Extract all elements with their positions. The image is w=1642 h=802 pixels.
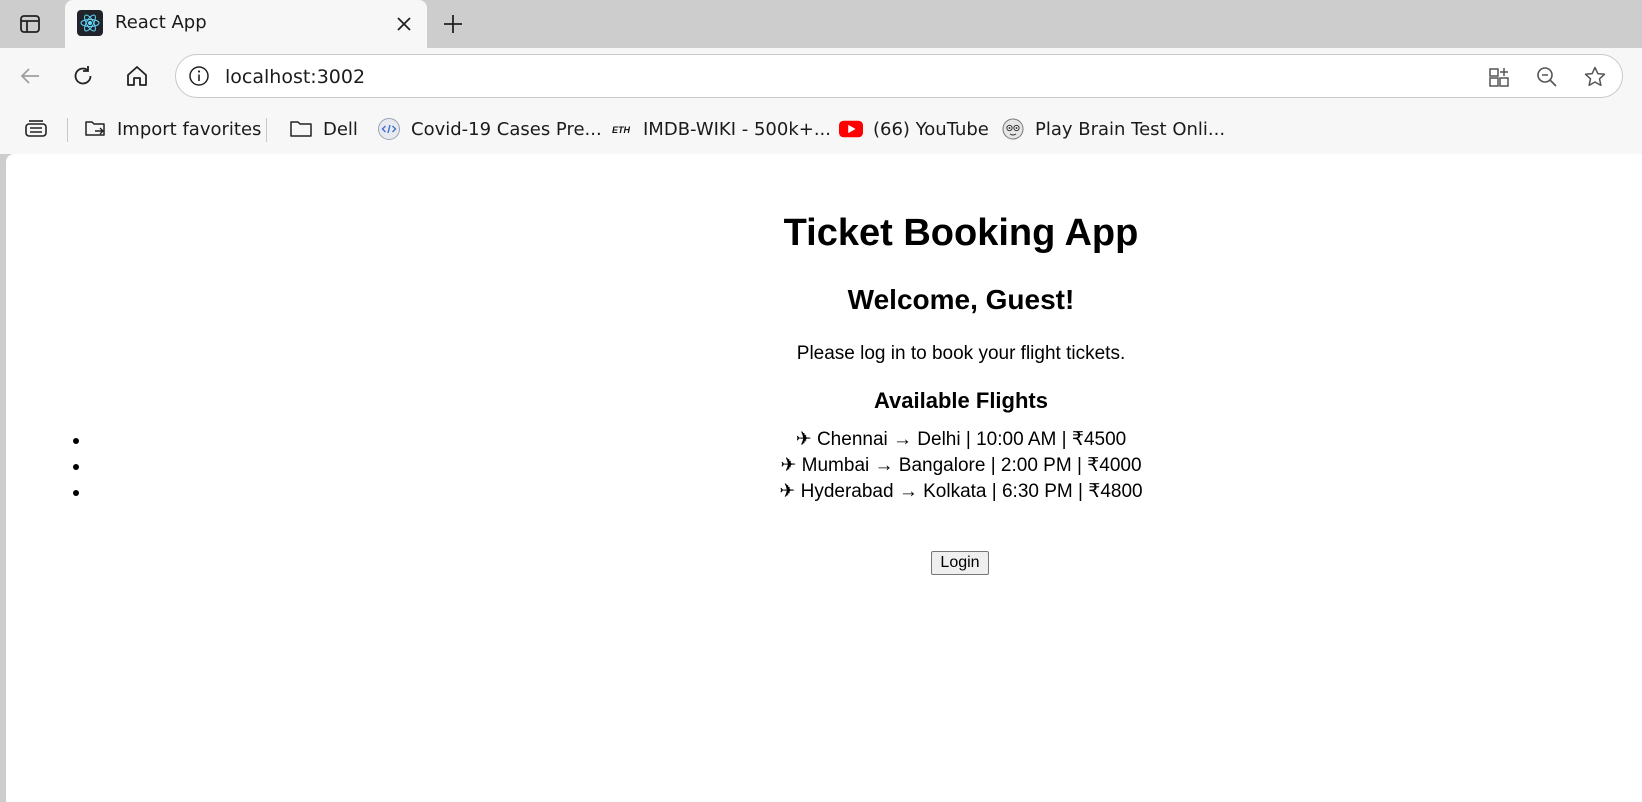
favorite-label: IMDB-WIKI - 500k+... — [643, 118, 831, 140]
flight-text: ✈ Chennai → Delhi | 10:00 AM | ₹4500 — [795, 429, 1127, 450]
active-tab[interactable]: React App — [65, 0, 427, 48]
login-prompt: Please log in to book your flight ticket… — [796, 343, 1126, 364]
favorite-youtube[interactable]: (66) YouTube — [839, 116, 989, 142]
flight-text: ✈ Hyderabad → Kolkata | 6:30 PM | ₹4800 — [779, 481, 1143, 502]
eth-logo-icon: ETH — [609, 117, 633, 141]
flight-item: ✈ Mumbai → Bangalore | 2:00 PM | ₹4000 — [73, 453, 1642, 479]
add-to-split-screen-icon[interactable] — [1485, 63, 1513, 91]
import-favorites-icon — [83, 117, 107, 141]
favorite-label: (66) YouTube — [873, 118, 989, 140]
youtube-icon — [839, 117, 863, 141]
new-tab-button[interactable] — [437, 8, 469, 40]
tab-title: React App — [115, 12, 207, 33]
code-globe-icon — [377, 117, 401, 141]
site-info-icon[interactable] — [186, 63, 212, 89]
favorite-label: Import favorites — [117, 118, 262, 140]
home-button[interactable] — [121, 60, 153, 92]
welcome-heading: Welcome, Guest! — [847, 284, 1075, 315]
favorites-separator — [67, 118, 68, 142]
favorite-covid-19[interactable]: Covid-19 Cases Pre... — [377, 116, 602, 142]
favorite-label: Play Brain Test Onli... — [1035, 118, 1226, 140]
favorites-separator — [266, 118, 267, 142]
favorite-dell[interactable]: Dell — [289, 116, 358, 142]
favorite-star-icon[interactable] — [1581, 63, 1609, 91]
url-text[interactable]: localhost:3002 — [225, 66, 365, 88]
refresh-icon — [74, 66, 92, 85]
zoom-out-icon[interactable] — [1533, 63, 1561, 91]
refresh-button[interactable] — [67, 60, 99, 92]
list-bullet — [73, 464, 79, 470]
tab-actions-icon[interactable] — [16, 10, 44, 38]
flight-text: ✈ Mumbai → Bangalore | 2:00 PM | ₹4000 — [780, 455, 1142, 476]
back-button[interactable] — [14, 60, 46, 92]
home-icon — [127, 66, 147, 86]
flights-heading: Available Flights — [873, 388, 1048, 413]
favorites-bar: Import favorites Dell Covid-19 Cases Pre… — [0, 104, 1642, 154]
tab-strip: React App — [0, 0, 1642, 48]
list-bullet — [73, 438, 79, 444]
favorite-brain-test[interactable]: Play Brain Test Onli... — [1001, 116, 1225, 142]
back-arrow-icon — [20, 68, 39, 84]
favorite-imdb-wiki[interactable]: ETH IMDB-WIKI - 500k+... — [609, 116, 831, 142]
plus-icon — [444, 15, 462, 33]
close-tab-icon[interactable] — [391, 11, 417, 37]
react-logo-icon — [77, 10, 103, 36]
favorite-label: Dell — [323, 118, 358, 140]
address-bar[interactable]: localhost:3002 — [175, 54, 1623, 98]
login-button[interactable]: Login — [931, 551, 989, 575]
flight-item: ✈ Hyderabad → Kolkata | 6:30 PM | ₹4800 — [73, 479, 1642, 505]
page-title: Ticket Booking App — [783, 212, 1139, 254]
brain-test-icon — [1001, 117, 1025, 141]
page-viewport: Ticket Booking App Welcome, Guest! Pleas… — [6, 154, 1642, 802]
folder-icon — [289, 117, 313, 141]
favorite-label: Covid-19 Cases Pre... — [411, 118, 602, 140]
svg-text:ETH: ETH — [612, 125, 631, 135]
workspaces-icon[interactable] — [23, 116, 49, 142]
list-bullet — [73, 490, 79, 496]
flight-list: ✈ Chennai → Delhi | 10:00 AM | ₹4500 ✈ M… — [73, 427, 1642, 505]
browser-toolbar: localhost:3002 — [0, 48, 1642, 104]
flight-item: ✈ Chennai → Delhi | 10:00 AM | ₹4500 — [73, 427, 1642, 453]
favorite-import-favorites[interactable]: Import favorites — [83, 116, 261, 142]
